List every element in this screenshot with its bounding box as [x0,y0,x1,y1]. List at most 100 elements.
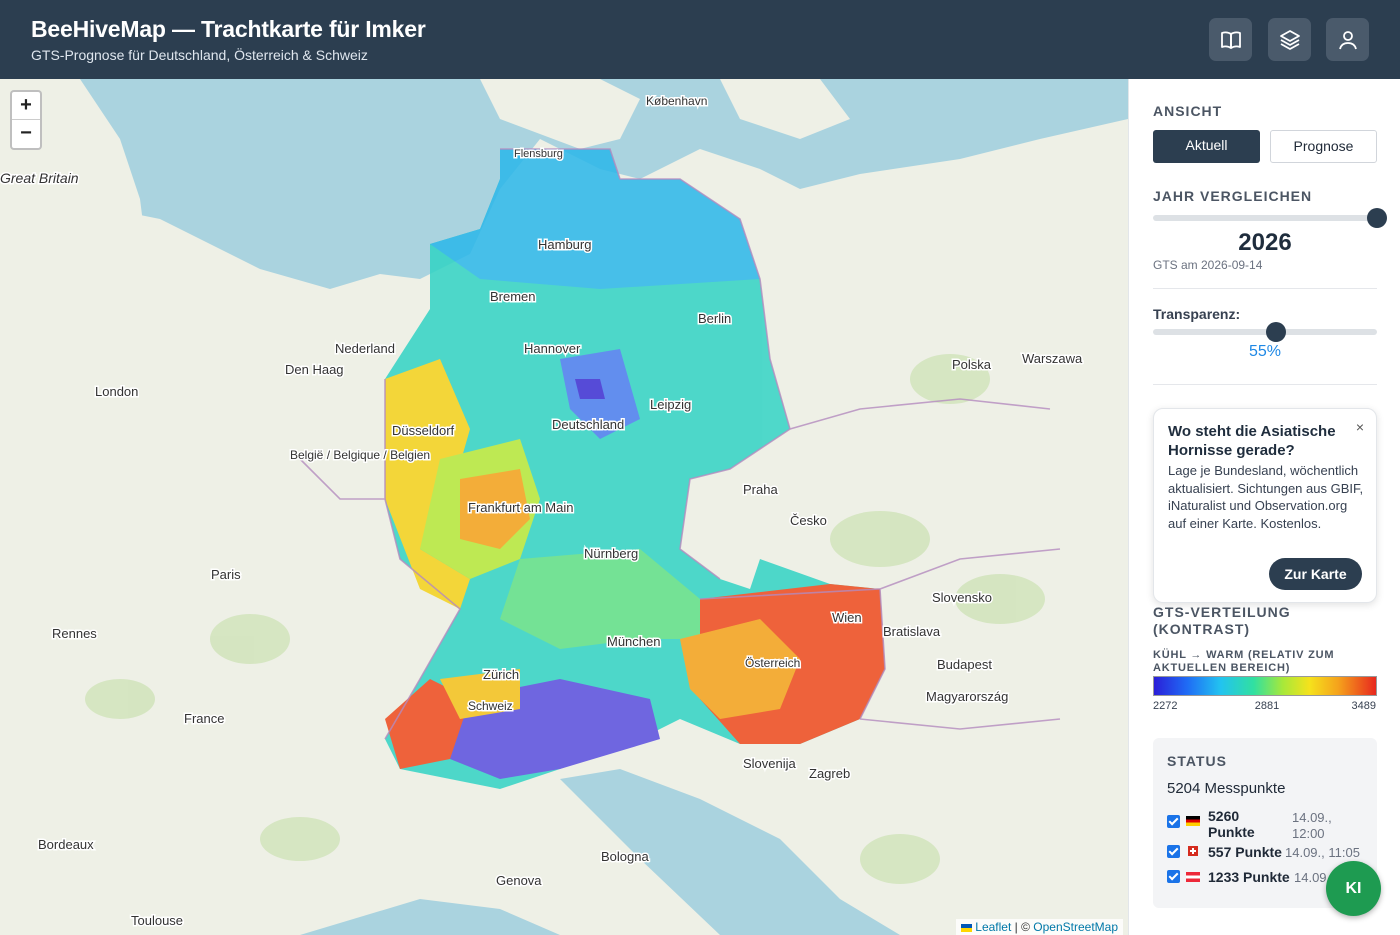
transparency-slider[interactable] [1153,329,1377,335]
book-icon [1220,30,1241,49]
distribution-subtitle: KÜHL → WARM (RELATIV ZUM AKTUELLEN BEREI… [1153,649,1335,674]
hornet-promo-popup: Wo steht die Asiatische Hornisse gerade?… [1153,408,1377,603]
ch-flag-icon [1188,846,1198,856]
map-canvas: København Flensburg Hamburg Bremen Berli… [0,79,1128,935]
map-label-bratislava: Bratislava [883,624,941,639]
guide-button[interactable] [1209,18,1252,61]
heatmap-harz [575,379,605,399]
map-label-hamburg: Hamburg [538,237,591,252]
app-header: BeeHiveMap — Trachtkarte für Imker GTS-P… [0,0,1400,79]
account-button[interactable] [1326,18,1369,61]
map-label-schweiz: Schweiz [468,699,513,713]
map-label-nurnberg: Nürnberg [584,546,638,561]
map-label-praha: Praha [743,482,778,497]
at-points: 1233 Punkte [1208,869,1290,885]
scale-max-label: 3489 [1351,700,1376,712]
map-label-den-haag: Den Haag [285,362,344,377]
app-subtitle: GTS-Prognose für Deutschland, Österreich… [31,47,368,63]
gts-color-scale [1153,676,1377,696]
ki-assistant-button[interactable]: KI [1326,861,1381,916]
year-slider[interactable] [1153,215,1377,221]
map-label-dusseldorf: Düsseldorf [392,423,455,438]
map-label-wien: Wien [832,610,862,625]
map-label-leipzig: Leipzig [650,397,691,412]
year-slider-thumb[interactable] [1367,208,1387,228]
layers-icon [1279,29,1300,50]
status-title: STATUS [1167,753,1227,769]
map-label-hannover: Hannover [524,341,581,356]
map-label-frankfurt: Frankfurt am Main [468,500,573,515]
layers-button[interactable] [1268,18,1311,61]
map-label-berlin: Berlin [698,311,731,326]
map-label-france: France [184,711,224,726]
measurement-count: 5204 Messpunkte [1167,780,1286,797]
map-label-genova: Genova [496,873,542,888]
divider [1153,288,1377,289]
at-checkbox[interactable] [1167,870,1180,883]
map-label-great-britain: Great Britain [0,170,79,186]
map-label-deutschland: Deutschland [552,417,624,432]
divider [1153,384,1377,385]
map-label-magyarorszag: Magyarország [926,689,1008,704]
map-label-bremen: Bremen [490,289,536,304]
map-label-zagreb: Zagreb [809,766,850,781]
zoom-control: + − [10,90,42,150]
popup-title: Wo steht die Asiatische Hornisse gerade? [1168,423,1336,459]
transparency-label: Transparenz: [1153,306,1241,322]
map-label-flensburg: Flensburg [514,148,563,160]
map-label-kobenhavn: København [646,94,707,108]
zoom-in-button[interactable]: + [12,92,40,120]
leaflet-link[interactable]: Leaflet [975,920,1011,934]
de-flag-icon [1186,816,1200,826]
land-denmark [480,79,640,149]
user-icon [1338,30,1357,49]
map-label-rennes: Rennes [52,626,97,641]
zoom-out-button[interactable]: − [12,120,40,148]
map-label-toulouse: Toulouse [131,913,183,928]
de-points: 5260 Punkte [1208,808,1255,840]
map-label-zurich: Zürich [483,667,519,682]
map-view[interactable]: København Flensburg Hamburg Bremen Berli… [0,79,1128,935]
ch-time: 14.09., 11:05 [1285,845,1360,860]
map-label-nederland: Nederland [335,341,395,356]
ukraine-flag-icon [960,923,972,932]
gts-date: GTS am 2026-09-14 [1153,258,1263,272]
map-label-slovenija: Slovenija [743,756,797,771]
de-checkbox[interactable] [1167,815,1180,828]
map-label-munchen: München [607,634,660,649]
transparency-value: 55% [1248,343,1282,360]
distribution-title: GTS-VERTEILUNG (KONTRAST) [1153,604,1291,637]
ch-checkbox[interactable] [1167,845,1180,858]
app-title: BeeHiveMap — Trachtkarte für Imker [31,16,426,42]
ch-points: 557 Punkte [1208,844,1282,860]
year-value: 2026 [1238,229,1292,256]
map-label-paris: Paris [211,567,241,582]
at-time: 14.09. [1294,870,1331,885]
scale-mid-label: 2881 [1254,700,1280,712]
map-attribution: Leaflet | © OpenStreetMap [955,919,1123,935]
map-label-bordeaux: Bordeaux [38,837,94,852]
open-map-button[interactable]: Zur Karte [1269,558,1362,590]
side-panel: ANSICHT Aktuell Prognose JAHR VERGLEICHE… [1128,79,1400,935]
map-label-cesko: Česko [790,513,827,528]
year-section-title: JAHR VERGLEICHEN [1153,188,1313,204]
map-label-warszawa: Warszawa [1022,351,1083,366]
status-row-de: 5260 Punkte 14.09., 12:00 [1167,808,1367,841]
transparency-slider-thumb[interactable] [1266,322,1287,342]
map-label-belgie: België / Belgique / Belgien [290,448,430,462]
close-icon[interactable]: × [1356,419,1364,435]
at-flag-icon [1186,872,1200,882]
land-sweden [720,79,850,139]
view-current-button[interactable]: Aktuell [1153,130,1260,163]
map-label-budapest: Budapest [937,657,992,672]
status-row-ch: 557 Punkte 14.09., 11:05 [1167,844,1367,862]
map-label-bologna: Bologna [601,849,649,864]
attribution-separator: | © [1011,920,1034,934]
popup-text: Lage je Bundesland, wöchentlich aktualis… [1168,463,1364,531]
map-label-slovensko: Slovensko [932,590,992,605]
de-time: 14.09., 12:00 [1292,810,1332,841]
map-label-polska: Polska [952,357,992,372]
view-section-title: ANSICHT [1153,103,1223,119]
osm-link[interactable]: OpenStreetMap [1033,920,1118,934]
view-forecast-button[interactable]: Prognose [1270,130,1377,163]
